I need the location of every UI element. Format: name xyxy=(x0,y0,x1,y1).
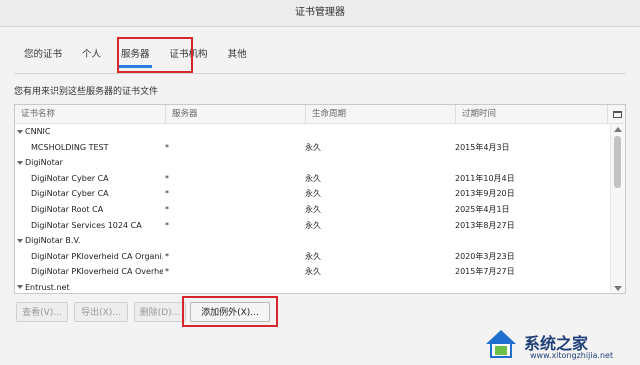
group-name: DigiNotar xyxy=(25,158,63,168)
cell-name: DigiNotar Cyber CA xyxy=(31,173,109,183)
tab-label: 您的证书 xyxy=(24,49,63,60)
cell-expires: 2013年8月27日 xyxy=(455,220,515,230)
column-header-lifetime[interactable]: 生命周期 xyxy=(305,105,455,123)
cell-name: DigiNotar Services 1024 CA xyxy=(31,220,142,230)
column-header-name[interactable]: 证书名称 xyxy=(15,105,165,123)
house-logo-icon xyxy=(486,330,516,358)
cell-lifetime: 永久 xyxy=(305,267,321,277)
table-group-row[interactable]: DigiNotar B.V. xyxy=(15,233,611,249)
cell-name: DigiNotar PKIoverheid CA Overhe... xyxy=(31,267,163,277)
certificate-table: 证书名称 服务器 生命周期 过期时间 CNNIC MCSHOLDING TEST… xyxy=(14,104,626,294)
group-name: DigiNotar B.V. xyxy=(25,236,81,246)
tab-label: 其他 xyxy=(227,49,247,60)
cell-expires: 2025年4月1日 xyxy=(455,204,510,214)
cell-expires: 2011年10月4日 xyxy=(455,173,515,183)
cell-name: DigiNotar PKIoverheid CA Organi... xyxy=(31,251,163,261)
cell-server: * xyxy=(165,189,169,199)
group-name: CNNIC xyxy=(25,127,51,136)
cell-server: * xyxy=(165,142,169,152)
expand-arrow-icon[interactable] xyxy=(17,285,23,290)
column-header-expires[interactable]: 过期时间 xyxy=(455,105,607,123)
cell-server: * xyxy=(165,251,169,261)
cell-lifetime: 永久 xyxy=(305,189,321,199)
table-group-row[interactable]: DigiNotar xyxy=(15,155,611,171)
table-group-row[interactable]: CNNIC xyxy=(15,124,611,140)
expand-arrow-icon[interactable] xyxy=(17,238,23,243)
cell-server: * xyxy=(165,204,169,214)
cell-lifetime: 永久 xyxy=(305,173,321,183)
watermark-url: www.xitongzhijia.net xyxy=(530,351,614,360)
scroll-down-icon[interactable] xyxy=(614,286,622,291)
cell-expires: 2020年3月23日 xyxy=(455,251,515,261)
cell-lifetime: 永久 xyxy=(305,204,321,214)
expand-arrow-icon[interactable] xyxy=(17,160,23,165)
divider xyxy=(14,73,626,74)
cell-lifetime: 永久 xyxy=(305,251,321,261)
cell-expires: 2013年9月20日 xyxy=(455,189,515,199)
cell-name: DigiNotar Root CA xyxy=(31,204,104,214)
export-button[interactable]: 导出(X)... xyxy=(74,302,128,322)
cell-name: MCSHOLDING TEST xyxy=(31,142,109,152)
tab-your-certificates[interactable]: 您的证书 xyxy=(14,44,72,66)
vertical-scrollbar[interactable] xyxy=(610,124,625,293)
expand-arrow-icon[interactable] xyxy=(17,129,23,134)
tab-highlight-box xyxy=(117,37,193,73)
scroll-up-icon[interactable] xyxy=(614,127,622,132)
table-row[interactable]: DigiNotar Root CA * 永久 2025年4月1日 xyxy=(15,202,611,218)
column-header-server[interactable]: 服务器 xyxy=(165,105,305,123)
cell-name: DigiNotar Cyber CA xyxy=(31,189,109,199)
tab-label: 个人 xyxy=(82,49,102,60)
tab-others[interactable]: 其他 xyxy=(218,44,257,66)
table-row[interactable]: DigiNotar Services 1024 CA * 永久 2013年8月27日 xyxy=(15,218,611,234)
table-row[interactable]: DigiNotar PKIoverheid CA Overhe... * 永久 201… xyxy=(15,264,611,280)
column-picker-icon[interactable] xyxy=(607,105,625,123)
table-row[interactable]: DigiNotar PKIoverheid CA Organi... * 永久 202… xyxy=(15,249,611,265)
description-text: 您有用来识别这些服务器的证书文件 xyxy=(14,87,159,97)
delete-button[interactable]: 删除(D)... xyxy=(134,302,186,322)
button-highlight-box xyxy=(182,296,278,327)
view-button[interactable]: 查看(V)... xyxy=(16,302,68,322)
scrollbar-thumb[interactable] xyxy=(614,136,621,188)
tab-personal[interactable]: 个人 xyxy=(72,44,111,66)
cell-expires: 2015年7月27日 xyxy=(455,267,515,277)
table-group-row[interactable]: Entrust.net xyxy=(15,280,611,293)
window-title: 证书管理器 xyxy=(0,0,640,27)
table-header: 证书名称 服务器 生命周期 过期时间 xyxy=(15,105,625,124)
cell-server: * xyxy=(165,173,169,183)
cell-lifetime: 永久 xyxy=(305,220,321,230)
cell-server: * xyxy=(165,220,169,230)
cell-lifetime: 永久 xyxy=(305,142,321,152)
cell-server: * xyxy=(165,267,169,277)
table-row[interactable]: MCSHOLDING TEST * 永久 2015年4月3日 xyxy=(15,140,611,156)
cell-expires: 2015年4月3日 xyxy=(455,142,510,152)
table-row[interactable]: DigiNotar Cyber CA * 永久 2011年10月4日 xyxy=(15,171,611,187)
watermark: 系统之家 www.xitongzhijia.net xyxy=(478,326,640,365)
table-body: CNNIC MCSHOLDING TEST * 永久 2015年4月3日 DigiNo… xyxy=(15,124,611,293)
table-row[interactable]: DigiNotar Cyber CA * 永久 2013年9月20日 xyxy=(15,186,611,202)
group-name: Entrust.net xyxy=(25,282,70,292)
